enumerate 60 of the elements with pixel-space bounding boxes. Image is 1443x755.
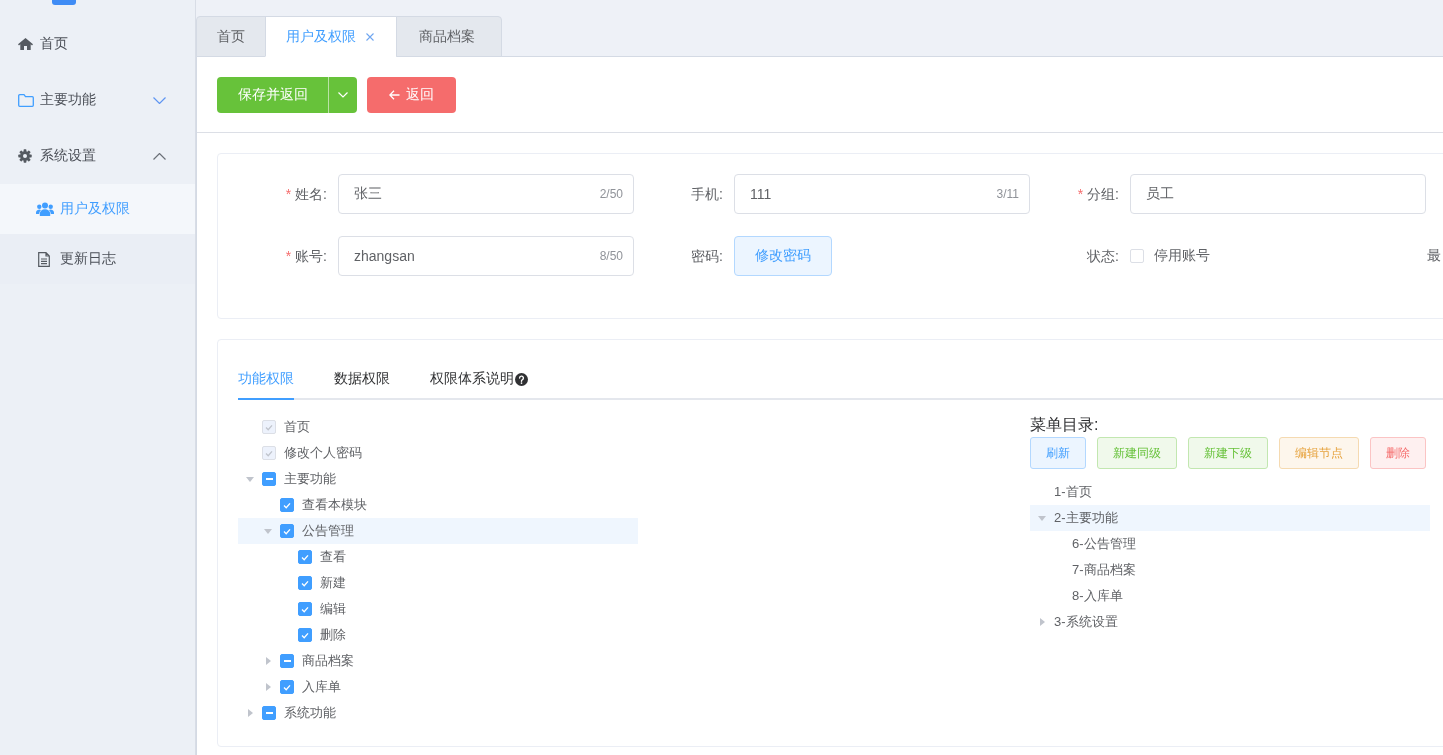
character-counter: 3/11 <box>996 187 1019 201</box>
folder-icon <box>18 93 34 107</box>
sidebar-item[interactable]: 首页 <box>0 16 195 72</box>
menu-directory-title: 菜单目录: <box>1030 415 1100 435</box>
menu-tree-node[interactable]: 6-公告管理 <box>1030 531 1430 557</box>
tree-node[interactable]: 删除 <box>238 622 638 648</box>
menu-tree-node[interactable]: 1-首页 <box>1030 479 1430 505</box>
caret-right-icon[interactable] <box>265 683 271 691</box>
text-field[interactable]: 张三 2/50 <box>338 174 634 214</box>
tree-node[interactable]: 入库单 <box>238 674 638 700</box>
sidebar-item[interactable]: 系统设置 <box>0 128 195 184</box>
arrow-left-icon <box>389 90 400 100</box>
tree-node[interactable]: 公告管理 <box>238 518 638 544</box>
tree-node[interactable]: 查看 <box>238 544 638 570</box>
field-label: * 分组: <box>1077 185 1119 202</box>
close-icon[interactable] <box>366 32 374 41</box>
text-field[interactable]: 111 3/11 <box>734 174 1030 214</box>
field-label: 手机: <box>691 185 723 202</box>
logo-icon <box>52 0 76 5</box>
field-label: * 账号: <box>285 247 327 264</box>
character-counter: 8/50 <box>599 249 623 263</box>
field-label: 状态: <box>1087 247 1119 264</box>
text-field[interactable]: zhangsan 8/50 <box>338 236 634 276</box>
field-label: 密码: <box>691 247 723 264</box>
caret-right-icon[interactable] <box>247 709 253 717</box>
document-icon <box>38 251 50 267</box>
checkbox[interactable] <box>262 472 276 486</box>
tree-node[interactable]: 查看本模块 <box>238 492 638 518</box>
help-icon[interactable] <box>515 372 528 386</box>
settings-icon <box>18 149 32 163</box>
text-field[interactable]: 员工 <box>1130 174 1426 214</box>
dropdown-button[interactable] <box>328 77 357 113</box>
sidebar-item[interactable]: 主要功能 <box>0 72 195 128</box>
page-tab[interactable]: 商品档案 <box>396 16 502 57</box>
menu-tree-node[interactable]: 3-系统设置 <box>1030 609 1430 635</box>
character-counter: 2/50 <box>599 187 623 201</box>
caret-right-icon[interactable] <box>1039 618 1045 626</box>
chevron-down-icon <box>338 92 348 98</box>
tree-node[interactable]: 编辑 <box>238 596 638 622</box>
menu-tree-node[interactable]: 8-入库单 <box>1030 583 1430 609</box>
tree-node[interactable]: 新建 <box>238 570 638 596</box>
users-icon <box>36 202 54 216</box>
menu-tree-node[interactable]: 2-主要功能 <box>1030 505 1430 531</box>
caret-right-icon[interactable] <box>265 657 271 665</box>
field-label: 最 <box>1427 247 1441 265</box>
page-tab[interactable]: 首页 <box>196 16 266 57</box>
checkbox[interactable] <box>262 706 276 720</box>
caret-down-icon[interactable] <box>1038 515 1046 521</box>
caret-down-icon[interactable] <box>246 476 254 482</box>
checkbox[interactable] <box>280 654 294 668</box>
tree-node[interactable]: 商品档案 <box>238 648 638 674</box>
permission-tab[interactable]: 数据权限 <box>334 360 390 400</box>
menu-tree-node[interactable]: 7-商品档案 <box>1030 557 1430 583</box>
tree-node[interactable]: 主要功能 <box>238 466 638 492</box>
tree-node[interactable]: 系统功能 <box>238 700 638 726</box>
field-label: * 姓名: <box>285 185 327 202</box>
permission-tab[interactable]: 权限体系说明 <box>430 360 528 400</box>
home-icon <box>18 38 33 50</box>
checkbox-label[interactable]: 停用账号 <box>1154 247 1210 265</box>
caret-down-icon[interactable] <box>264 528 272 534</box>
